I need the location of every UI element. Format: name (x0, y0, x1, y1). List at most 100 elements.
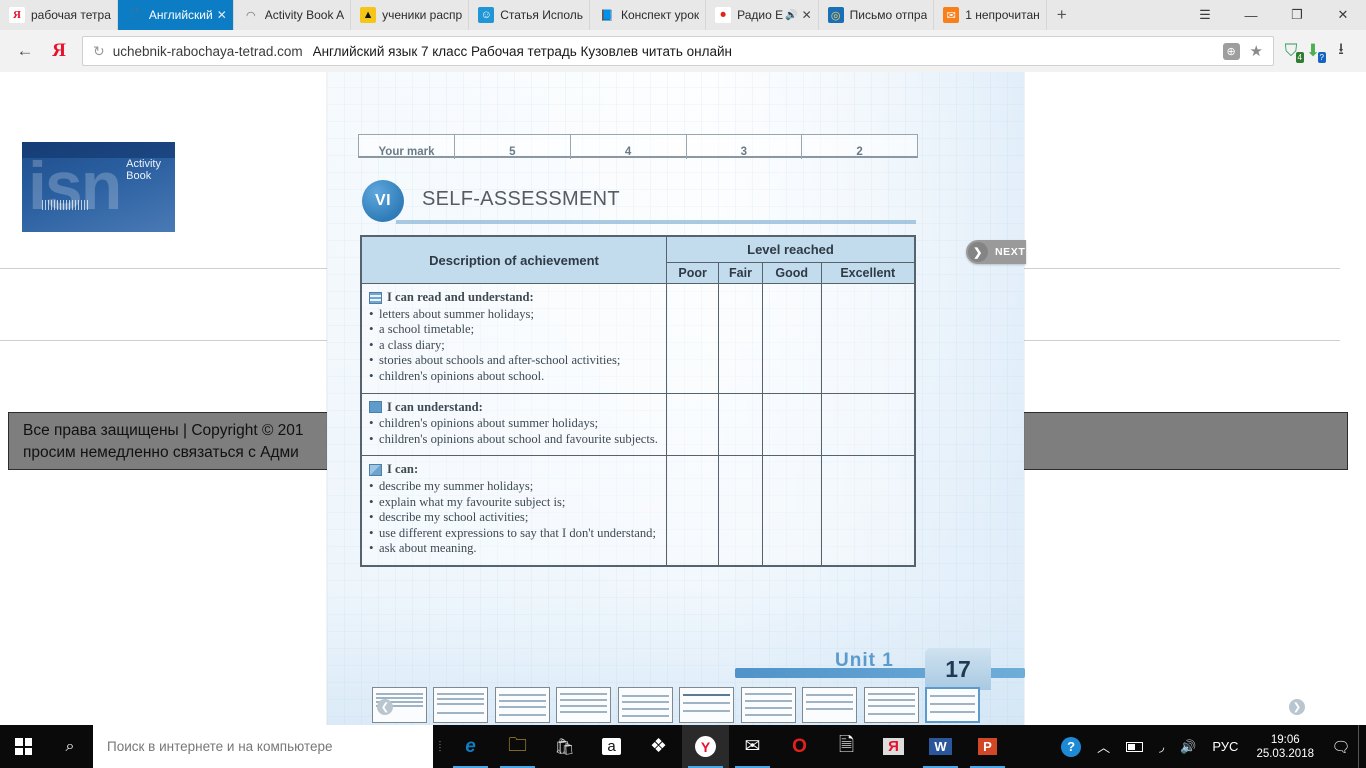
page-thumbnail[interactable] (556, 687, 612, 723)
yandex-browser-taskbar-icon[interactable]: Y (682, 725, 729, 768)
page-thumbnail[interactable] (679, 687, 735, 723)
table-row: I can understand: children's opinions ab… (361, 392, 916, 457)
page-thumbnail[interactable] (863, 687, 919, 723)
level-cell-poor[interactable] (665, 455, 720, 566)
level-cell-good[interactable] (761, 392, 822, 457)
translate-icon[interactable]: ⊕ (1222, 42, 1240, 60)
close-icon[interactable]: ✕ (802, 8, 812, 22)
yandex-logo-icon[interactable]: Я (42, 34, 76, 68)
level-cell-poor[interactable] (665, 283, 720, 394)
page-thumbnail-current[interactable] (924, 687, 980, 723)
thumbs-prev-button[interactable]: ❮ (377, 699, 393, 715)
mail-taskbar-icon[interactable]: ✉ (729, 725, 776, 768)
list-item: children's opinions about school and fav… (369, 431, 659, 448)
taskbar-app-icons: e 🗀 🛍 a ❖ Y ✉ O 🗎 Я W P (447, 725, 1011, 768)
browser-menu-button[interactable]: ☰ (1182, 0, 1228, 30)
browser-tab-3[interactable]: ▲ ученики распр (351, 0, 470, 30)
notepad-taskbar-icon[interactable]: 🗎 (823, 725, 870, 768)
tab-label: ученики распр (382, 8, 463, 22)
back-button[interactable]: ← (8, 34, 42, 68)
wifi-icon[interactable]: ◞ (1151, 725, 1172, 768)
help-icon[interactable]: ? (1053, 725, 1089, 768)
show-desktop-button[interactable] (1358, 725, 1364, 768)
downloads-icon[interactable]: ⭳ (1324, 34, 1358, 68)
tray-chevron-icon[interactable]: ︿ (1089, 725, 1118, 768)
list-item: explain what my favourite subject is; (369, 494, 659, 511)
language-indicator[interactable]: РУС (1204, 725, 1246, 768)
start-button[interactable] (0, 725, 47, 768)
tab-label: Английский (148, 8, 213, 22)
list-item: describe my summer holidays; (369, 478, 659, 495)
achievement-list: children's opinions about summer holiday… (369, 415, 659, 448)
mute-icon[interactable]: 🔊 (785, 10, 797, 21)
new-tab-button[interactable]: + (1047, 0, 1077, 30)
downloader-extension-icon[interactable]: ⬇ ? (1302, 40, 1326, 63)
level-cell-good[interactable] (761, 455, 822, 566)
close-icon[interactable]: ✕ (217, 8, 227, 22)
search-input[interactable]: Поиск в интернете и на компьютере (93, 725, 433, 768)
browser-tab-1-active[interactable]: 🗋 Английский ✕ (117, 0, 234, 30)
yandex-icon: Я (9, 7, 25, 23)
edge-taskbar-icon[interactable]: e (447, 725, 494, 768)
page-thumbnail[interactable] (740, 687, 796, 723)
explorer-taskbar-icon[interactable]: 🗀 (494, 725, 541, 768)
page-thumbnail-strip (372, 686, 980, 724)
dropbox-taskbar-icon[interactable]: ❖ (635, 725, 682, 768)
next-page-button[interactable]: ❯ NEXT (966, 240, 1026, 264)
level-cell-fair[interactable] (718, 392, 763, 457)
system-tray: ? ︿ ◞ 🔊 РУС 19:06 25.03.2018 🗨 (1053, 725, 1366, 768)
browser-tab-6[interactable]: ⏺ Радио Е 🔊 ✕ (706, 0, 819, 30)
clock[interactable]: 19:06 25.03.2018 (1246, 733, 1324, 761)
listen-icon (369, 401, 382, 414)
read-icon (369, 291, 382, 304)
cover-label: Activity Book (126, 158, 161, 182)
level-cell-excellent[interactable] (820, 283, 916, 394)
achievement-title: I can: (387, 462, 419, 477)
tab-label: Радио Е (737, 8, 784, 22)
achievement-title-row: I can understand: (369, 400, 659, 416)
browser-tab-7[interactable]: ◎ Письмо отпра (818, 0, 935, 30)
page-thumbnail[interactable] (494, 687, 550, 723)
level-cell-fair[interactable] (718, 455, 763, 566)
book-cover-thumbnail[interactable]: isn Activity Book (22, 142, 175, 232)
close-window-button[interactable]: ✕ (1320, 0, 1366, 30)
browser-tab-8[interactable]: ✉ 1 непрочитан (934, 0, 1047, 30)
amazon-taskbar-icon[interactable]: a (588, 725, 635, 768)
level-cell-poor[interactable] (665, 392, 720, 457)
opera-taskbar-icon[interactable]: O (776, 725, 823, 768)
store-taskbar-icon[interactable]: 🛍 (541, 725, 588, 768)
address-bar[interactable]: ↻ uchebnik-rabochaya-tetrad.com Английск… (82, 36, 1274, 66)
level-cell-fair[interactable] (718, 283, 763, 394)
url-host: uchebnik-rabochaya-tetrad.com (112, 43, 303, 59)
cover-label-line2: Book (126, 170, 152, 182)
level-cell-good[interactable] (761, 283, 822, 394)
reload-icon[interactable]: ↻ (93, 43, 105, 60)
action-center-icon[interactable]: 🗨 (1324, 725, 1358, 768)
page-thumbnail[interactable] (802, 687, 858, 723)
yandex-taskbar-icon[interactable]: Я (870, 725, 917, 768)
bookmark-star-icon[interactable]: ★ (1250, 42, 1263, 60)
restore-button[interactable]: ❐ (1274, 0, 1320, 30)
document-icon: 🗋 (130, 8, 140, 21)
search-icon[interactable]: ⌕ (47, 725, 93, 768)
image-icon: ▲ (360, 7, 377, 23)
browser-tab-2[interactable]: ◠ Activity Book A (233, 0, 352, 30)
level-cell-excellent[interactable] (820, 455, 916, 566)
next-label: NEXT (995, 246, 1026, 258)
battery-icon[interactable] (1118, 725, 1151, 768)
adblock-shield-icon[interactable]: ⛉ 4 (1280, 40, 1304, 63)
volume-icon[interactable]: 🔊 (1172, 725, 1204, 768)
level-cell-excellent[interactable] (820, 392, 916, 457)
thumbs-next-button[interactable]: ❯ (1289, 699, 1305, 715)
word-taskbar-icon[interactable]: W (917, 725, 964, 768)
browser-tab-0[interactable]: Я рабочая тетра (0, 0, 118, 30)
page-thumbnail[interactable] (617, 687, 673, 723)
minimize-button[interactable]: — (1228, 0, 1274, 30)
browser-tab-5[interactable]: 📘 Конспект урок (590, 0, 707, 30)
scanned-page: Your mark 5 4 3 2 VI SELF-ASSESSMENT Des… (327, 72, 1305, 725)
achievement-list: describe my summer holidays; explain wha… (369, 478, 659, 557)
list-item: a school timetable; (369, 321, 659, 338)
powerpoint-taskbar-icon[interactable]: P (964, 725, 1011, 768)
browser-tab-4[interactable]: ☺ Статья Исполь (469, 0, 590, 30)
page-thumbnail[interactable] (433, 687, 489, 723)
